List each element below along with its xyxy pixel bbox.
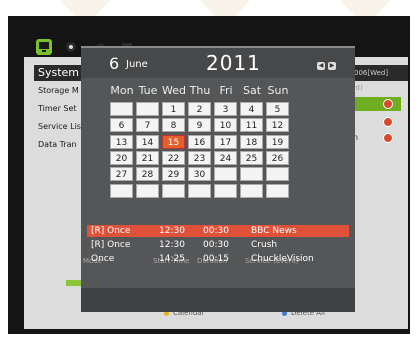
- calendar-day-cell[interactable]: 18: [240, 134, 263, 149]
- calendar-day-cell[interactable]: 8: [162, 118, 185, 133]
- calendar-day-cell[interactable]: 27: [110, 167, 133, 182]
- calendar-empty-cell: [188, 183, 211, 198]
- calendar-empty-cell: [266, 183, 289, 198]
- calendar-empty-cell: [240, 183, 263, 198]
- calendar-day-cell[interactable]: 10: [214, 118, 237, 133]
- record-icon[interactable]: [383, 99, 393, 109]
- calendar-day-cell[interactable]: 15: [162, 134, 185, 149]
- weekday-label: Thu: [189, 84, 211, 97]
- system-menu-list: Storage M Timer Set Service Lis Data Tra…: [38, 84, 81, 156]
- timer-mode: [R] Once: [91, 226, 131, 236]
- calendar-day-cell[interactable]: 5: [266, 102, 289, 116]
- timer-service: BBC News: [251, 226, 297, 236]
- gear-icon[interactable]: [62, 38, 80, 56]
- calendar-day-cell[interactable]: 3: [214, 102, 237, 116]
- timer-row[interactable]: [R] Once 12:30 00:30 BBC News: [87, 225, 349, 237]
- calendar-day-cell[interactable]: 26: [266, 150, 289, 165]
- calendar-empty-cell: [136, 183, 159, 198]
- calendar-empty-cell: [110, 183, 133, 198]
- calendar-empty-cell: [214, 183, 237, 198]
- play-icon[interactable]: [383, 133, 393, 143]
- calendar-day-cell[interactable]: 7: [136, 118, 159, 133]
- calendar-empty-cell: [110, 102, 133, 116]
- calendar-day-cell[interactable]: 12: [266, 118, 289, 133]
- weekday-label: Sun: [267, 84, 289, 97]
- timer-mode: Once: [91, 254, 115, 264]
- calendar-day-cell[interactable]: 14: [136, 134, 159, 149]
- timer-row[interactable]: [R] Once 12:30 00:30 Crush: [87, 239, 349, 251]
- calendar-day-cell[interactable]: 6: [110, 118, 133, 133]
- calendar-day-cell[interactable]: 4: [240, 102, 263, 116]
- timer-duration: 00:30: [203, 240, 229, 250]
- timer-start: 12:30: [159, 240, 185, 250]
- calendar-empty-cell: [240, 167, 263, 182]
- calendar-day-cell[interactable]: 16: [188, 134, 211, 149]
- timer-start: 12:30: [159, 226, 185, 236]
- calendar-day-cell[interactable]: 1: [162, 102, 185, 116]
- timer-service: ChuckleVision: [251, 254, 314, 264]
- popup-footer: [81, 288, 355, 312]
- calendar-empty-cell: [214, 167, 237, 182]
- next-icon[interactable]: ▶: [328, 62, 336, 70]
- timer-service: Crush: [251, 240, 278, 250]
- weekday-label: Mon: [110, 84, 134, 97]
- header-icons: ◀ ▶: [317, 62, 336, 70]
- calendar-day-cell[interactable]: 28: [136, 167, 159, 182]
- calendar-day-cell[interactable]: 11: [240, 118, 263, 133]
- monitor-icon[interactable]: [36, 39, 52, 55]
- calendar-day-cell[interactable]: 24: [214, 150, 237, 165]
- timer-row[interactable]: Once 14:25 00:15 ChuckleVision: [87, 253, 349, 265]
- menu-item-service[interactable]: Service Lis: [38, 120, 81, 138]
- right-selection-bar: [353, 97, 401, 111]
- menu-item-storage[interactable]: Storage M: [38, 84, 81, 102]
- calendar-empty-cell: [162, 183, 185, 198]
- weekday-label: Sat: [242, 84, 262, 97]
- menu-item-data[interactable]: Data Tran: [38, 138, 81, 156]
- weekday-label: Fri: [219, 84, 233, 97]
- timer-mode: [R] Once: [91, 240, 131, 250]
- calendar-day-cell[interactable]: 9: [188, 118, 211, 133]
- current-month: June: [126, 59, 148, 70]
- calendar-day-cell[interactable]: 13: [110, 134, 133, 149]
- calendar-popup: 6 June 2011 ◀ ▶ Mon Tue Wed Thu Fri Sat Sun 12…: [81, 46, 355, 312]
- calendar-day-cell[interactable]: 25: [240, 150, 263, 165]
- calendar-empty-cell: [266, 167, 289, 182]
- weekday-label: Tue: [138, 84, 158, 97]
- calendar-day-cell[interactable]: 21: [136, 150, 159, 165]
- prev-icon[interactable]: ◀: [317, 62, 325, 70]
- calendar-day-cell[interactable]: 17: [214, 134, 237, 149]
- calendar-header: 6 June 2011 ◀ ▶: [81, 48, 355, 78]
- calendar-day-cell[interactable]: 2: [188, 102, 211, 116]
- calendar-day-cell[interactable]: 23: [188, 150, 211, 165]
- timer-start: 14:25: [159, 254, 185, 264]
- calendar-day-cell[interactable]: 22: [162, 150, 185, 165]
- record-icon[interactable]: [383, 117, 393, 127]
- calendar-empty-cell: [136, 102, 159, 116]
- weekday-label: Wed: [162, 84, 186, 97]
- menu-item-timer[interactable]: Timer Set: [38, 102, 81, 120]
- calendar-day-cell[interactable]: 19: [266, 134, 289, 149]
- timer-duration: 00:30: [203, 226, 229, 236]
- current-year: 2011: [206, 51, 261, 75]
- right-date-header: 006[Wed]: [353, 65, 408, 81]
- calendar-day-cell[interactable]: 29: [162, 167, 185, 182]
- current-day: 6: [109, 54, 120, 73]
- calendar-day-cell[interactable]: 30: [188, 167, 211, 182]
- timer-duration: 00:15: [203, 254, 229, 264]
- calendar-day-cell[interactable]: 20: [110, 150, 133, 165]
